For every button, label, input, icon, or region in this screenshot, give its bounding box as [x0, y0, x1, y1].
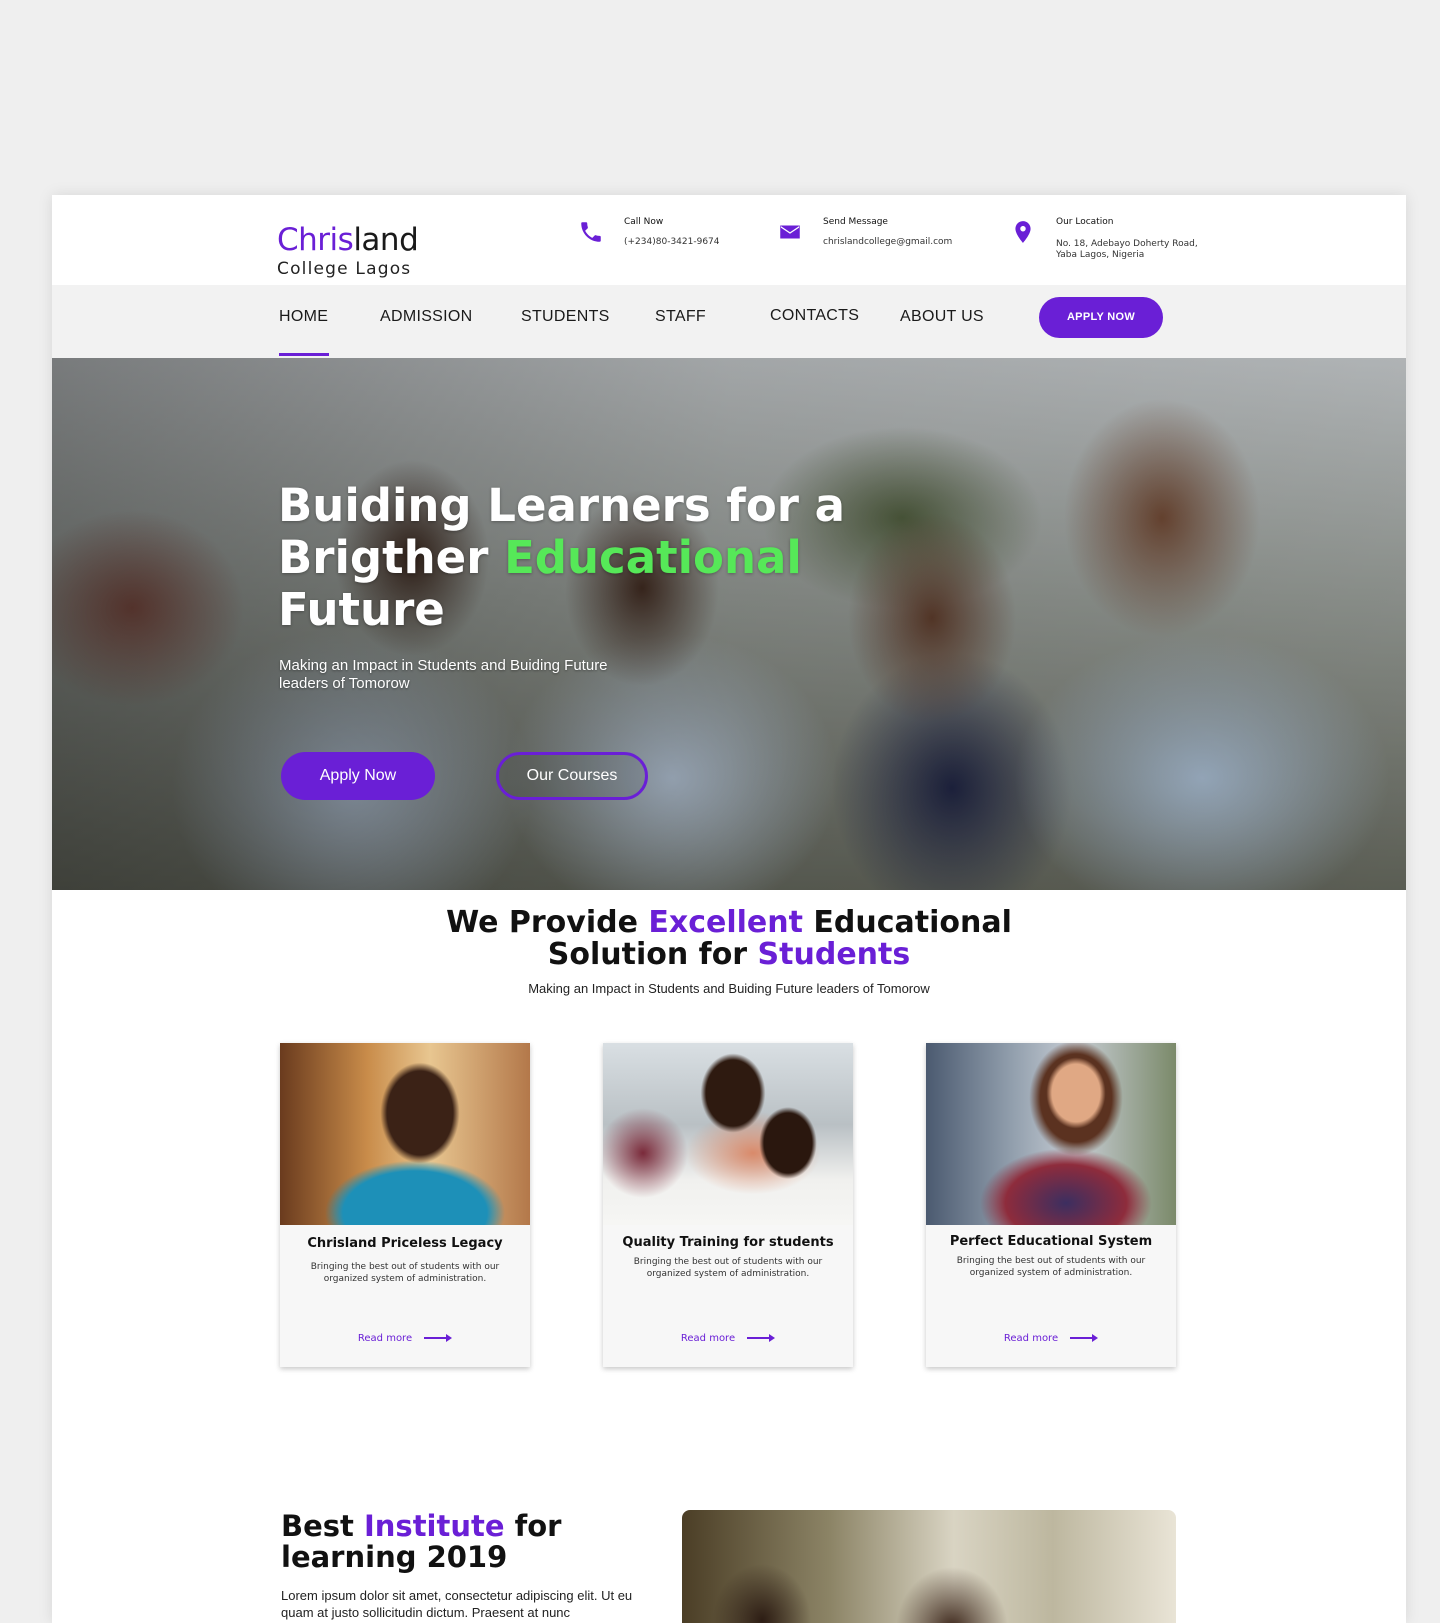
card-description: Bringing the best out of students with o… [310, 1262, 500, 1284]
provide-heading-accent2: Students [757, 937, 911, 972]
nav-contacts[interactable]: CONTACTS [770, 307, 859, 325]
best-institute-text: Lorem ipsum dolor sit amet, consectetur … [281, 1588, 633, 1620]
card-description: Bringing the best out of students with o… [956, 1256, 1146, 1278]
hero-title-line2: Brigther [278, 531, 505, 584]
provide-heading-part2: Educational [802, 905, 1012, 940]
best-heading-part1: Best [281, 1509, 364, 1543]
card-image-girl-student [926, 1043, 1176, 1225]
contact-location-value: No. 18, Adebayo Doherty Road, Yaba Lagos… [1056, 239, 1198, 261]
phone-icon [581, 222, 601, 242]
best-institute-heading: Best Institute for learning 2019 [281, 1511, 681, 1573]
nav-apply-button[interactable]: APPLY NOW [1039, 297, 1163, 338]
card-title: Quality Training for students [622, 1235, 834, 1250]
card-title: Chrisland Priceless Legacy [307, 1236, 503, 1251]
contact-location-label: Our Location [1056, 217, 1114, 227]
read-more-label: Read more [1003, 1333, 1059, 1344]
contact-email-label: Send Message [823, 217, 888, 227]
arrow-right-icon [1070, 1334, 1099, 1342]
card-read-more-link[interactable]: Read more [926, 1333, 1176, 1344]
nav-home[interactable]: HOME [279, 308, 328, 326]
best-institute-image [682, 1510, 1176, 1623]
contact-email[interactable]: Send Message chrislandcollege@gmail.com [777, 217, 952, 248]
hero-title-highlight: Educational [504, 531, 802, 584]
contact-call-value: (+234)80-3421-9674 [624, 237, 720, 247]
logo-name-rest: land [353, 222, 419, 258]
hero-apply-button[interactable]: Apply Now [281, 752, 435, 800]
location-line-2: Yaba Lagos, Nigeria [1056, 250, 1145, 260]
logo-subtitle: College Lagos [277, 259, 412, 279]
card-read-more-link[interactable]: Read more [280, 1333, 530, 1344]
provide-heading-accent1: Excellent [648, 905, 803, 940]
nav-active-indicator [279, 353, 329, 356]
logo[interactable]: Chrisland College Lagos [277, 222, 419, 279]
hero-title-line1: Buiding Learners for a [278, 479, 845, 532]
read-more-label: Read more [357, 1333, 413, 1344]
arrow-right-icon [747, 1334, 776, 1342]
provide-heading: We Provide Excellent Educational Solutio… [52, 907, 1406, 971]
contact-call-label: Call Now [624, 217, 664, 227]
provide-heading-part3: Solution for [547, 937, 758, 972]
card-title: Perfect Educational System [949, 1234, 1153, 1249]
card-image-student [280, 1043, 530, 1225]
hero-banner: Buiding Learners for a Brigther Educatio… [52, 358, 1406, 890]
hero-courses-button[interactable]: Our Courses [496, 752, 648, 800]
provide-heading-part1: We Provide [446, 905, 649, 940]
feature-card[interactable]: Perfect Educational System Bringing the … [926, 1043, 1176, 1367]
page-frame: Chrisland College Lagos Call Now (+234)8… [52, 195, 1406, 1623]
feature-card[interactable]: Quality Training for students Bringing t… [603, 1043, 853, 1367]
logo-name-accent: Chris [277, 222, 354, 258]
card-read-more-link[interactable]: Read more [603, 1333, 853, 1344]
hero-title-line3: Future [278, 583, 445, 636]
nav-students[interactable]: STUDENTS [521, 308, 610, 326]
hero-title: Buiding Learners for a Brigther Educatio… [278, 480, 878, 636]
best-heading-accent: Institute [364, 1509, 505, 1543]
card-description: Bringing the best out of students with o… [633, 1257, 823, 1279]
top-header: Chrisland College Lagos Call Now (+234)8… [52, 195, 1406, 285]
arrow-right-icon [424, 1334, 453, 1342]
feature-card[interactable]: Chrisland Priceless Legacy Bringing the … [280, 1043, 530, 1367]
nav-admission[interactable]: ADMISSION [380, 308, 473, 326]
main-nav: HOME ADMISSION STUDENTS STAFF CONTACTS A… [52, 285, 1406, 358]
provide-subtitle: Making an Impact in Students and Buiding… [528, 981, 930, 996]
read-more-label: Read more [680, 1333, 736, 1344]
contact-email-value: chrislandcollege@gmail.com [823, 237, 953, 247]
mail-icon [780, 225, 800, 239]
nav-about-us[interactable]: ABOUT US [900, 308, 984, 326]
contact-location[interactable]: Our Location No. 18, Adebayo Doherty Roa… [1010, 217, 1198, 261]
card-image-classroom [603, 1043, 853, 1225]
hero-subtitle: Making an Impact in Students and Buiding… [279, 657, 608, 692]
nav-staff[interactable]: STAFF [655, 308, 706, 326]
logo-name: Chrisland [277, 222, 419, 258]
location-pin-icon [1015, 221, 1031, 243]
contact-call[interactable]: Call Now (+234)80-3421-9674 [578, 217, 720, 248]
location-line-1: No. 18, Adebayo Doherty Road, [1056, 239, 1198, 249]
